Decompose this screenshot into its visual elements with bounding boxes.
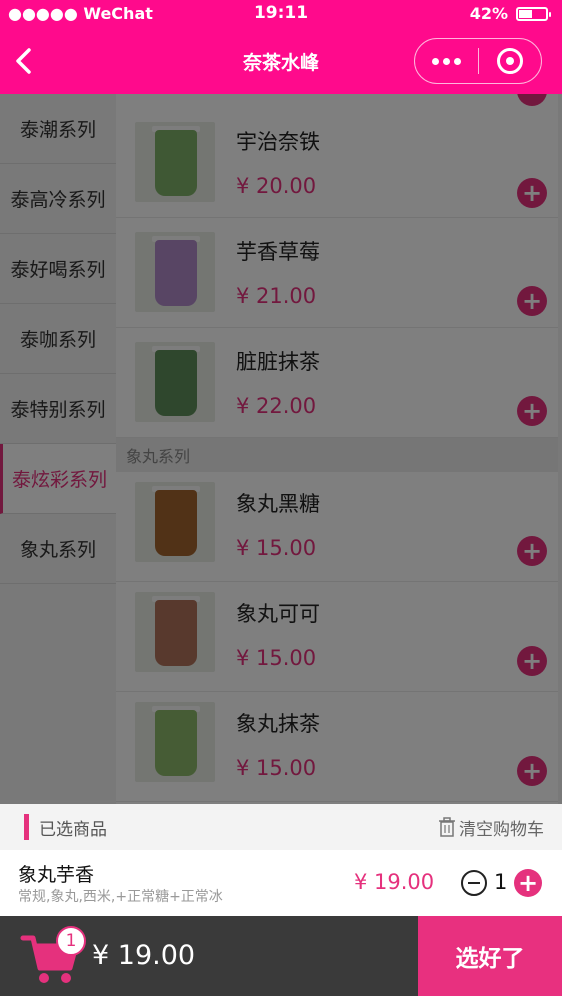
trash-icon xyxy=(439,817,455,837)
decrease-quantity-button[interactable] xyxy=(461,870,487,896)
cart-header: 已选商品 清空购物车 xyxy=(0,804,562,850)
close-mini-program-button[interactable] xyxy=(479,39,542,83)
cart-item-price: ¥ 19.00 xyxy=(354,870,435,894)
cart-title-text: 已选商品 xyxy=(39,819,107,840)
status-bar: ●●●●● WeChat 19:11 42% xyxy=(0,0,562,28)
cart-total: ¥ 19.00 xyxy=(92,940,196,971)
target-icon xyxy=(496,48,523,74)
cart-item-row: 象丸芋香 常规,象丸,西米,+正常糖+正常冰 ¥ 19.00 1 + xyxy=(0,850,562,916)
increase-quantity-button[interactable]: + xyxy=(514,869,542,897)
more-dots-icon xyxy=(431,57,461,65)
checkout-bar: 1 ¥ 19.00 选好了 xyxy=(0,916,562,996)
clear-cart-label: 清空购物车 xyxy=(459,819,544,840)
cart-overlay-mask[interactable] xyxy=(0,94,562,804)
checkout-button[interactable]: 选好了 xyxy=(418,916,562,996)
cart-title: 已选商品 xyxy=(24,814,107,840)
minus-icon xyxy=(468,882,480,884)
cart-count-badge: 1 xyxy=(56,926,86,956)
battery-percent: 42% xyxy=(469,4,508,23)
cart-item-spec: 常规,象丸,西米,+正常糖+正常冰 xyxy=(18,889,223,905)
cart-item-name: 象丸芋香 xyxy=(18,864,95,886)
mini-program-capsule xyxy=(414,38,542,84)
battery-icon xyxy=(516,6,551,21)
battery-area: 42% xyxy=(469,4,551,23)
cart-item-quantity: 1 xyxy=(494,870,508,894)
navigation-bar: 奈茶水峰 xyxy=(0,28,562,94)
clear-cart-button[interactable]: 清空购物车 xyxy=(439,815,544,840)
more-button[interactable] xyxy=(415,39,478,83)
accent-bar xyxy=(24,814,29,840)
